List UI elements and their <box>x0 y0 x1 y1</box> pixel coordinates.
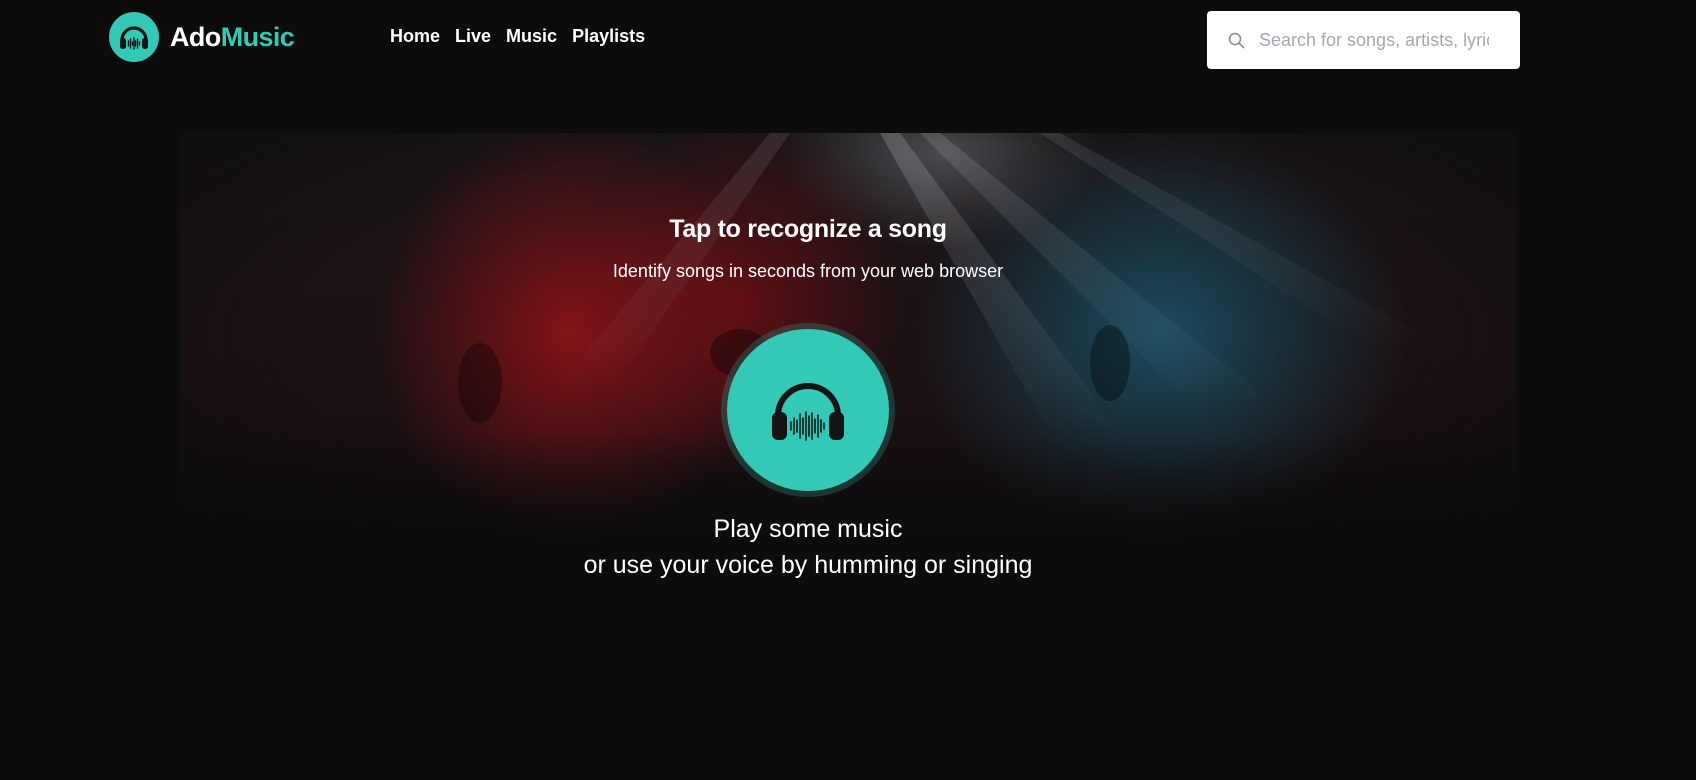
nav-item-playlists[interactable]: Playlists <box>572 26 645 47</box>
hero-caption: Play some music or use your voice by hum… <box>0 511 1616 583</box>
brand-name-part1: Ado <box>170 21 221 52</box>
hero-section: Tap to recognize a song Identify songs i… <box>0 133 1696 590</box>
search-box[interactable] <box>1207 11 1520 69</box>
brand-name: AdoMusic <box>170 21 295 53</box>
headphones-logo-icon <box>109 12 159 62</box>
headphones-soundwave-icon <box>772 383 844 441</box>
hero-subtitle: Identify songs in seconds from your web … <box>612 261 1004 281</box>
nav-item-live[interactable]: Live <box>455 26 491 47</box>
recognize-button-face <box>727 329 889 491</box>
hero-caption-line2: or use your voice by humming or singing <box>583 551 1033 579</box>
hero-caption-line1: Play some music <box>713 515 903 543</box>
hero-title: Tap to recognize a song <box>669 215 947 243</box>
nav-item-home[interactable]: Home <box>390 26 440 47</box>
search-input[interactable] <box>1257 28 1491 52</box>
page: AdoMusic Home Live Music Playlists Searc… <box>0 0 1696 780</box>
nav-item-music[interactable]: Music <box>506 26 557 47</box>
recognize-song-button[interactable] <box>721 323 895 497</box>
brand-name-part2: Music <box>220 21 295 52</box>
header: AdoMusic Home Live Music Playlists <box>0 0 1696 80</box>
logo[interactable]: AdoMusic <box>109 12 295 62</box>
main-nav: Home Live Music Playlists <box>390 26 660 47</box>
search-icon <box>1227 31 1245 49</box>
